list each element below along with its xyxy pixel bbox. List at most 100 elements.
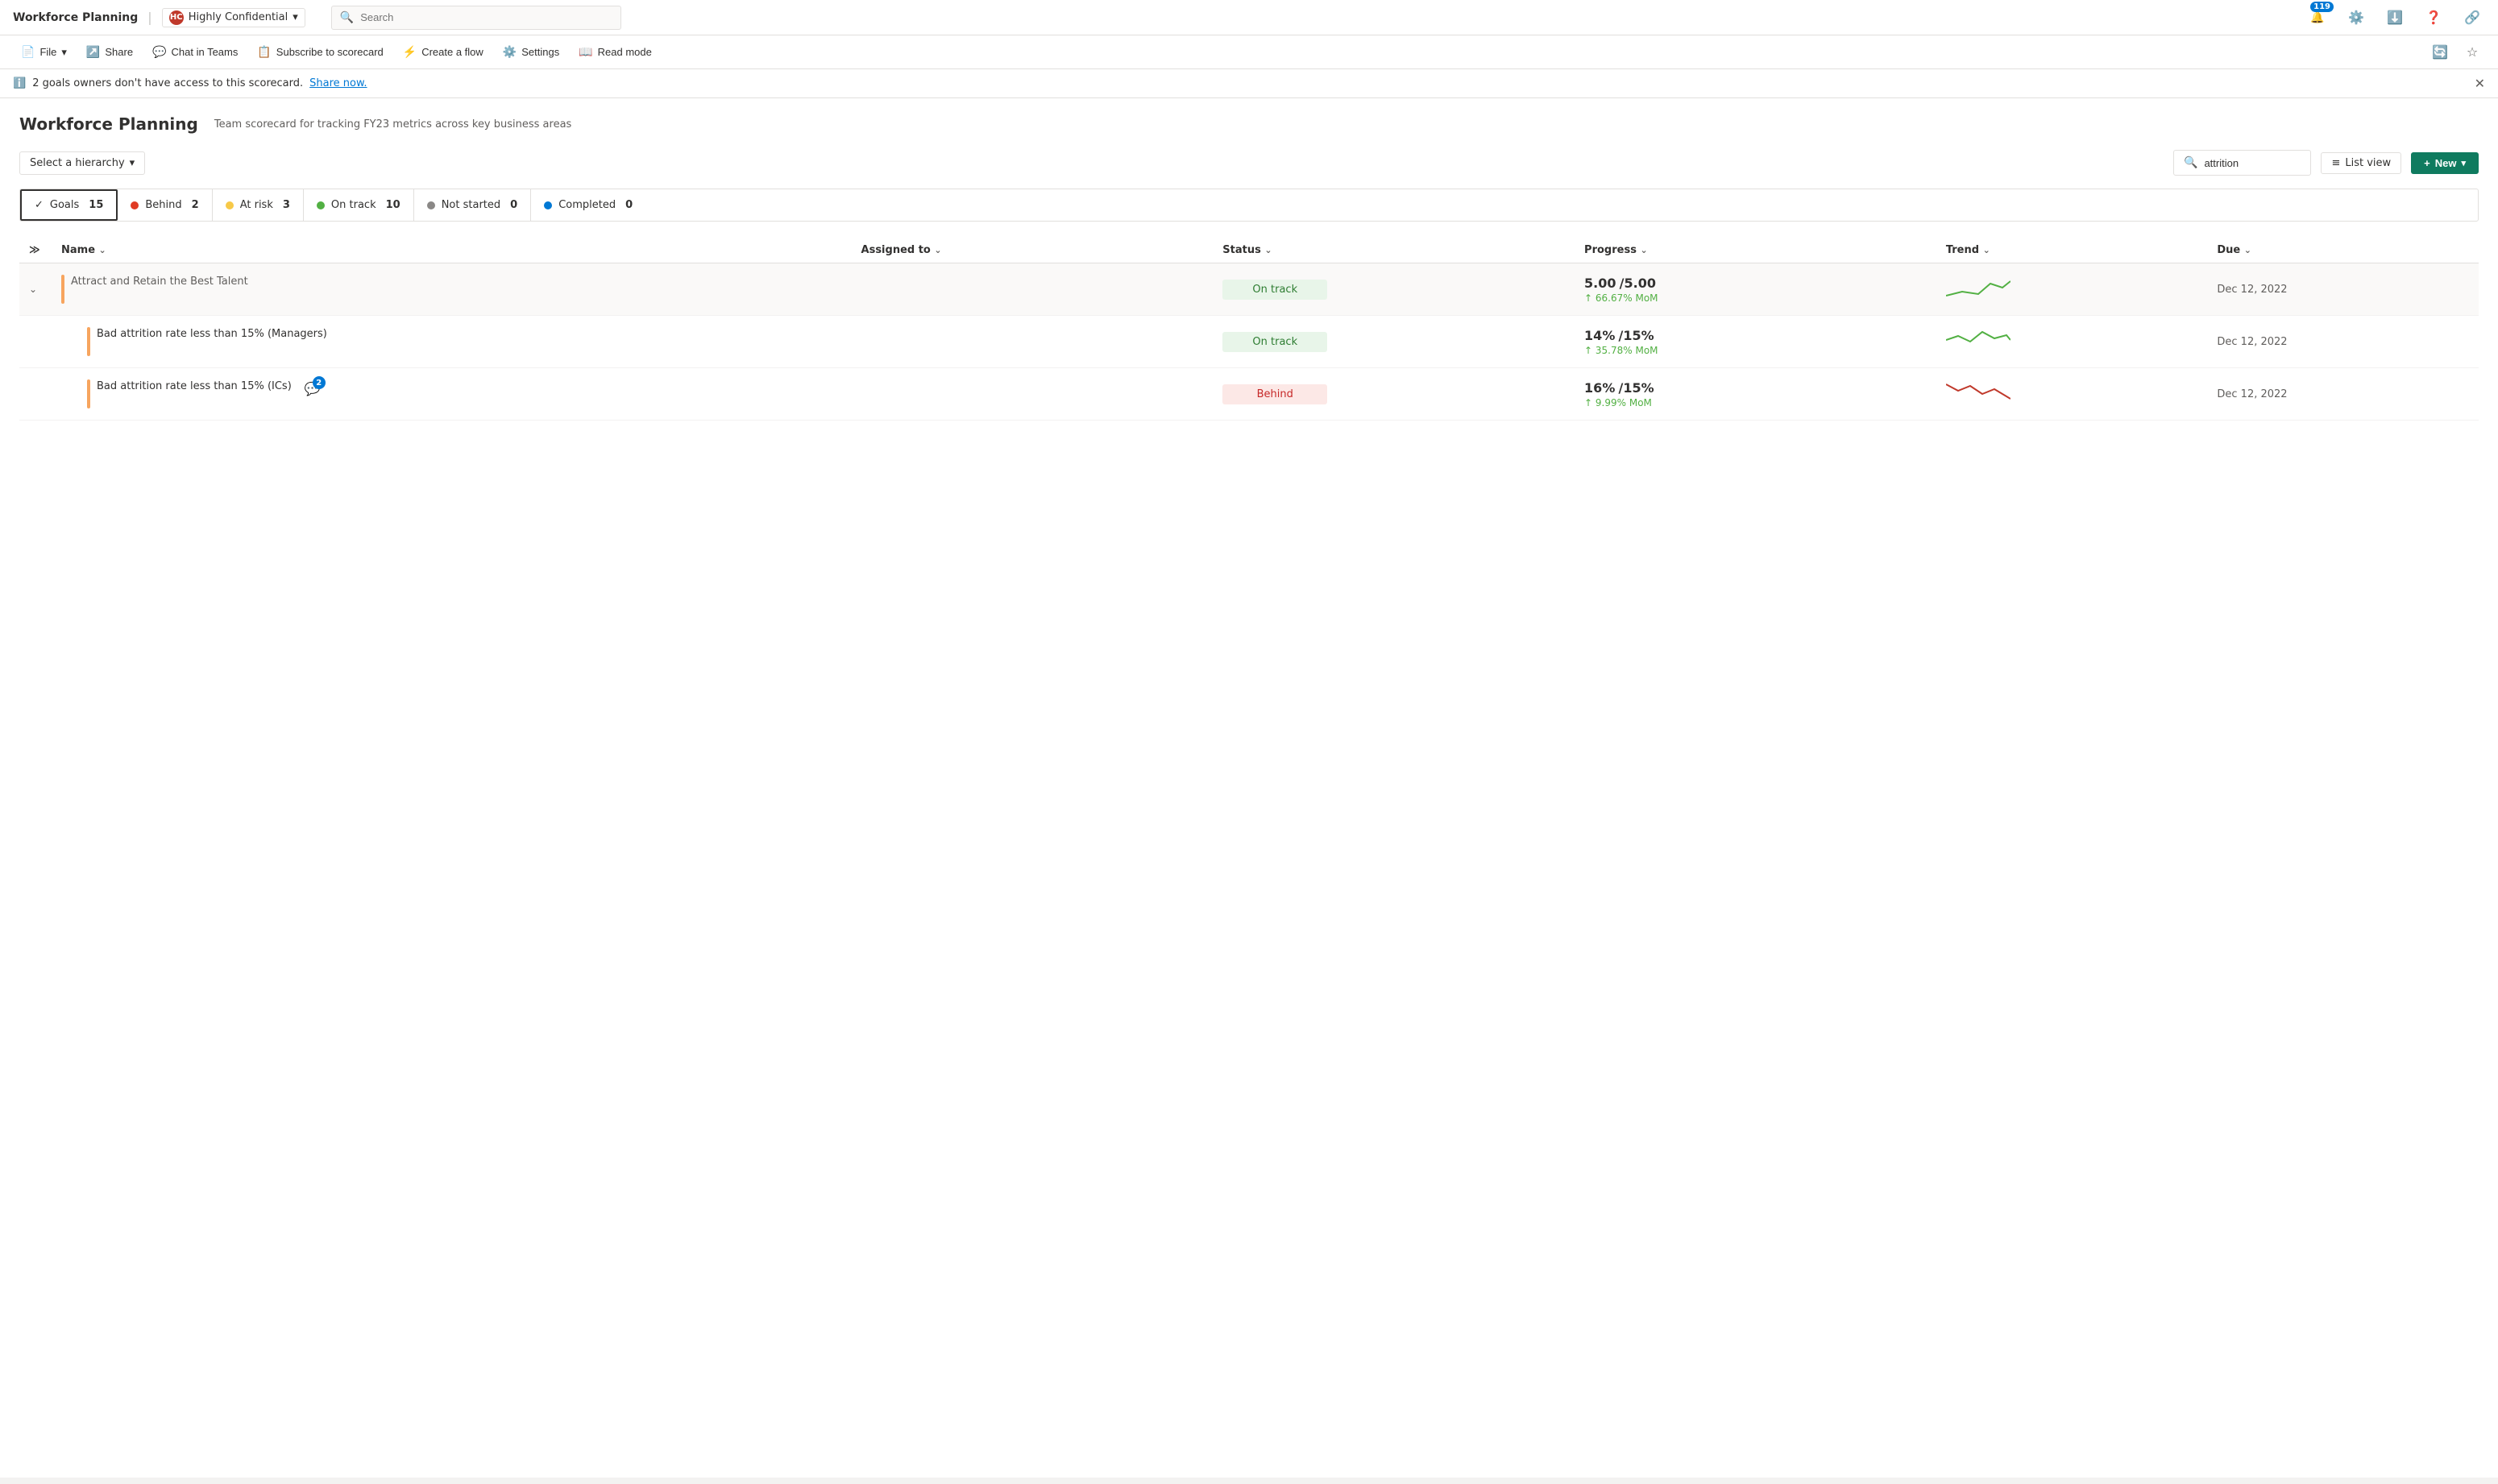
col-due-header[interactable]: Due ⌄	[2207, 238, 2479, 263]
share-icon-button[interactable]: 🔗	[2459, 5, 2485, 31]
list-view-button[interactable]: ≡ List view	[2321, 152, 2401, 174]
chat-in-teams-button[interactable]: 💬 Chat in Teams	[144, 39, 246, 65]
new-button[interactable]: + New ▾	[2411, 152, 2479, 174]
filter-behind-count: 2	[192, 199, 199, 211]
read-mode-button[interactable]: 📖 Read mode	[571, 39, 660, 65]
create-flow-label: Create a flow	[421, 46, 483, 58]
read-mode-label: Read mode	[598, 46, 652, 58]
filter-at-risk-count: 3	[283, 199, 290, 211]
subscribe-label: Subscribe to scorecard	[276, 46, 384, 58]
filter-completed-label: Completed	[558, 199, 616, 211]
child2-assigned-cell	[852, 368, 1214, 421]
hierarchy-label: Select a hierarchy	[30, 157, 125, 169]
filter-on-track[interactable]: On track 10	[304, 189, 414, 221]
teams-icon: 💬	[152, 45, 166, 59]
parent-progress-target: /5.00	[1620, 276, 1656, 291]
confidential-chevron: ▾	[293, 11, 298, 23]
comment-icon[interactable]: 💬 2	[305, 381, 321, 396]
goals-check-icon: ✓	[35, 199, 44, 211]
child2-progress-cell: 16% /15% ↑ 9.99% MoM	[1575, 368, 1936, 421]
col-name-header[interactable]: Name ⌄	[52, 238, 852, 263]
alert-share-link[interactable]: Share now.	[309, 77, 367, 89]
col-status-header[interactable]: Status ⌄	[1213, 238, 1575, 263]
bookmark-button[interactable]: ☆	[2459, 39, 2485, 65]
filter-goals[interactable]: ✓ Goals 15	[20, 189, 118, 221]
child2-progress-sub: ↑ 9.99% MoM	[1584, 397, 1927, 408]
notification-button[interactable]: 🔔 119	[2305, 5, 2330, 31]
comment-count-badge: 2	[313, 376, 326, 389]
expand-all-icon[interactable]: ≫	[29, 244, 40, 256]
download-icon-button[interactable]: ⬇️	[2382, 5, 2408, 31]
col-progress-header[interactable]: Progress ⌄	[1575, 238, 1936, 263]
col-expand-header: ≫	[19, 238, 52, 263]
child2-progress-target: /15%	[1618, 380, 1654, 396]
parent-progress-cell: 5.00 /5.00 ↑ 66.67% MoM	[1575, 263, 1936, 316]
list-view-label: List view	[2345, 157, 2391, 169]
hierarchy-select[interactable]: Select a hierarchy ▾	[19, 151, 145, 175]
child2-due-date: Dec 12, 2022	[2207, 368, 2479, 421]
hierarchy-chevron: ▾	[130, 157, 135, 169]
settings-button[interactable]: ⚙️ Settings	[495, 39, 567, 65]
child1-progress-value: 14%	[1584, 328, 1615, 343]
parent-name-cell: Attract and Retain the Best Talent	[52, 263, 852, 316]
child2-goal-name[interactable]: Bad attrition rate less than 15% (ICs)	[97, 379, 292, 394]
collapse-icon[interactable]: ⌄	[29, 284, 37, 295]
search-input[interactable]	[360, 11, 612, 23]
child2-trend-cell	[1936, 368, 2208, 421]
new-chevron: ▾	[2461, 158, 2466, 168]
completed-dot	[544, 201, 552, 209]
page-title: Workforce Planning	[19, 114, 198, 134]
filter-on-track-label: On track	[331, 199, 376, 211]
global-search[interactable]: 🔍	[331, 6, 621, 30]
goals-table: ≫ Name ⌄ Assigned to ⌄ Status ⌄ Progress…	[19, 238, 2479, 421]
filter-completed[interactable]: Completed 0	[531, 189, 645, 221]
status-badge-behind[interactable]: Behind	[1222, 384, 1327, 404]
confidential-icon: HC	[169, 10, 184, 25]
table-header-row: ≫ Name ⌄ Assigned to ⌄ Status ⌄ Progress…	[19, 238, 2479, 263]
row-status-bar	[87, 327, 90, 356]
settings-icon-button[interactable]: ⚙️	[2343, 5, 2369, 31]
filter-at-risk[interactable]: At risk 3	[213, 189, 304, 221]
list-view-icon: ≡	[2331, 157, 2340, 169]
child1-progress-target: /15%	[1618, 328, 1654, 343]
filter-behind[interactable]: Behind 2	[118, 189, 212, 221]
filter-at-risk-label: At risk	[240, 199, 273, 211]
col-assigned-header[interactable]: Assigned to ⌄	[852, 238, 1214, 263]
read-mode-icon: 📖	[579, 45, 592, 59]
filter-goals-label: Goals	[50, 199, 79, 211]
filter-not-started-label: Not started	[442, 199, 500, 211]
share-button[interactable]: ↗️ Share	[78, 39, 141, 65]
scorecard-search-box[interactable]: 🔍	[2173, 150, 2311, 176]
bell-icon: 🔔	[2310, 11, 2324, 24]
help-icon-button[interactable]: ❓	[2421, 5, 2446, 31]
create-flow-button[interactable]: ⚡ Create a flow	[395, 39, 492, 65]
assigned-header-label: Assigned to	[861, 244, 931, 256]
table-row: Bad attrition rate less than 15% (Manage…	[19, 316, 2479, 368]
expand-cell: ⌄	[19, 263, 52, 316]
scorecard-search-input[interactable]	[2204, 157, 2301, 169]
row-status-bar	[61, 275, 64, 304]
trend-sort-icon: ⌄	[1983, 245, 1990, 255]
scorecard-search-icon: 🔍	[2184, 156, 2197, 169]
status-sort-icon: ⌄	[1264, 245, 1272, 255]
confidential-badge[interactable]: HC Highly Confidential ▾	[162, 8, 305, 27]
status-badge-on-track[interactable]: On track	[1222, 280, 1327, 300]
subscribe-button[interactable]: 📋 Subscribe to scorecard	[249, 39, 391, 65]
new-label: New	[2435, 157, 2457, 169]
new-plus-icon: +	[2424, 157, 2430, 169]
file-button[interactable]: 📄 File ▾	[13, 39, 75, 65]
status-badge-on-track-2[interactable]: On track	[1222, 332, 1327, 352]
child2-name-cell: Bad attrition rate less than 15% (ICs) 💬…	[52, 368, 852, 421]
share-icon: ↗️	[86, 45, 100, 59]
filter-not-started[interactable]: Not started 0	[414, 189, 531, 221]
refresh-button[interactable]: 🔄	[2427, 39, 2453, 65]
alert-close-button[interactable]: ✕	[2475, 76, 2485, 91]
col-trend-header[interactable]: Trend ⌄	[1936, 238, 2208, 263]
parent-goal-name[interactable]: Attract and Retain the Best Talent	[71, 275, 248, 289]
alert-icon: ℹ️	[13, 77, 26, 89]
page-description: Team scorecard for tracking FY23 metrics…	[214, 118, 571, 131]
toolbar-row: Select a hierarchy ▾ 🔍 ≡ List view + New…	[19, 150, 2479, 176]
settings-label: Settings	[521, 46, 559, 58]
topbar: Workforce Planning | HC Highly Confident…	[0, 0, 2498, 35]
child1-goal-name[interactable]: Bad attrition rate less than 15% (Manage…	[97, 327, 327, 342]
